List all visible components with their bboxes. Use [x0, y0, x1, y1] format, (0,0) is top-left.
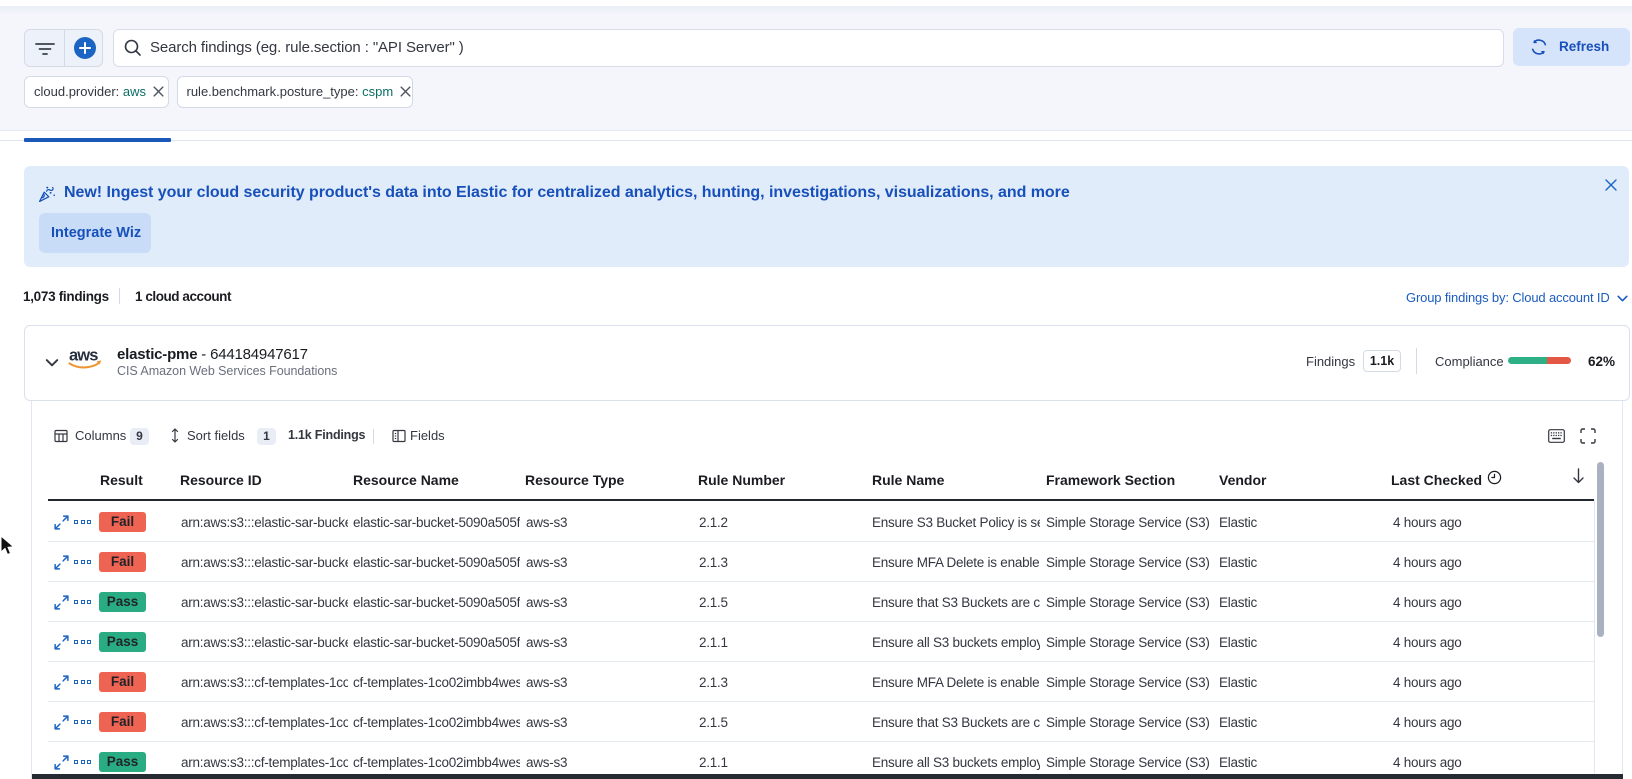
svg-text:aws: aws: [69, 347, 98, 365]
